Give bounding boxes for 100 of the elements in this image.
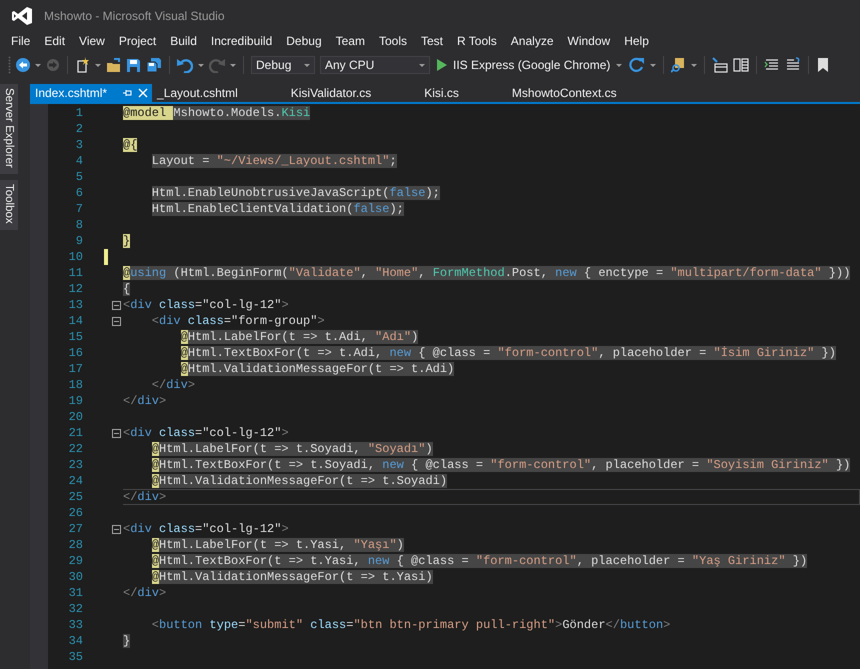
line-number: 20 [68, 410, 83, 424]
code-line: </div> [123, 393, 166, 409]
line-number: 31 [68, 586, 83, 600]
caret-icon [304, 64, 310, 66]
menu-item[interactable]: File [4, 34, 38, 48]
file-tab[interactable]: Kisi.cs [419, 84, 507, 102]
line-number: 35 [68, 650, 83, 664]
side-tab[interactable]: Toolbox [0, 180, 18, 230]
platform-dropdown[interactable]: Any CPU [320, 56, 430, 74]
code-line: @Html.LabelFor(t => t.Soyadi, "Soyadı") [152, 441, 433, 457]
code-line: Layout = "~/Views/_Layout.cshtml"; [152, 153, 397, 169]
close-icon[interactable] [138, 88, 148, 98]
menu-item[interactable]: Build [163, 34, 204, 48]
code-line: <div class="col-lg-12"> [123, 425, 289, 441]
code-line: Html.EnableClientValidation(false); [152, 201, 404, 217]
menu-item[interactable]: Help [617, 34, 656, 48]
line-number: 11 [68, 266, 83, 280]
line-number: 4 [74, 154, 83, 168]
code-line: Html.EnableUnobtrusiveJavaScript(false); [152, 185, 440, 201]
line-number: 16 [68, 346, 83, 360]
code-line: @Html.ValidationMessageFor(t => t.Soyadi) [152, 473, 448, 489]
code-line: @Html.TextBoxFor(t => t.Yasi, new { @class = "form-control", placeholder = "Yaş Giriniz" }) [152, 553, 808, 569]
line-number: 7 [74, 202, 83, 216]
code-line: </div> [123, 490, 166, 506]
menu-item[interactable]: Edit [37, 34, 72, 48]
file-tab[interactable]: _Layout.cshtml [152, 84, 286, 102]
file-tab[interactable]: Index.cshtml* [30, 84, 152, 102]
line-number: 2 [74, 122, 83, 136]
line-number: 17 [68, 362, 83, 376]
code-line: @Html.LabelFor(t => t.Adi, "Adı") [180, 329, 418, 345]
menu-item[interactable]: Project [112, 34, 164, 48]
window-title: Mshowto - Microsoft Visual Studio [44, 9, 225, 23]
menu-item[interactable]: Team [328, 34, 372, 48]
menu-item[interactable]: Tools [372, 34, 414, 48]
menu-item[interactable]: View [72, 34, 112, 48]
new-project-icon[interactable] [75, 57, 90, 73]
line-number: 15 [68, 330, 83, 344]
line-number: 32 [68, 602, 83, 616]
line-number: 14 [68, 314, 83, 328]
select-icon[interactable] [712, 57, 728, 73]
save-all-icon[interactable] [146, 57, 162, 73]
caret-icon[interactable] [198, 64, 204, 66]
line-number: 27 [68, 522, 83, 536]
collapse-icon[interactable] [112, 428, 121, 438]
line-number: 26 [68, 506, 83, 520]
line-number: 33 [68, 618, 83, 632]
line-number: 3 [74, 138, 83, 152]
line-number: 12 [68, 282, 83, 296]
menu-item[interactable]: Analyze [504, 34, 560, 48]
caret-icon[interactable] [691, 64, 698, 66]
side-tab[interactable]: Server Explorer [0, 84, 18, 174]
line-number: 8 [74, 218, 83, 232]
line-number: 10 [68, 250, 83, 264]
refresh-icon[interactable] [629, 57, 646, 73]
line-number: 22 [68, 442, 83, 456]
caret-icon[interactable] [230, 64, 236, 66]
line-number: 18 [68, 378, 83, 392]
menu-item[interactable]: Incredibuild [204, 34, 280, 48]
back-icon[interactable] [16, 58, 30, 72]
code-line: <button type="submit" class="btn btn-primary pull-right">Gönder</button> [152, 617, 670, 633]
save-icon[interactable] [126, 58, 141, 72]
line-number: 30 [68, 570, 83, 584]
configuration-dropdown[interactable]: Debug [251, 56, 315, 74]
code-line: </div> [123, 585, 166, 601]
open-folder-icon[interactable] [106, 58, 121, 72]
menu-item[interactable]: Debug [279, 34, 329, 48]
bookmark-icon[interactable] [816, 57, 830, 73]
collapse-icon[interactable] [112, 300, 121, 310]
pin-icon[interactable] [123, 89, 132, 97]
run-button[interactable]: IIS Express (Google Chrome) [435, 58, 624, 72]
visual-studio-logo [12, 6, 32, 26]
line-number: 24 [68, 474, 83, 488]
panel-icon[interactable] [733, 57, 750, 73]
undo-icon[interactable] [177, 57, 193, 73]
collapse-icon[interactable] [112, 316, 121, 326]
code-line: <div class="col-lg-12"> [123, 521, 289, 537]
caret-icon[interactable] [650, 64, 656, 66]
caret-icon[interactable] [95, 64, 101, 66]
caret-icon [419, 64, 425, 66]
line-number: 9 [74, 234, 83, 248]
code-line: @model Mshowto.Models.Kisi [123, 105, 310, 121]
menu-item[interactable]: R Tools [450, 34, 504, 48]
line-number: 5 [74, 170, 83, 184]
file-tab[interactable]: MshowtoContext.cs [506, 84, 665, 102]
caret-icon[interactable] [35, 64, 41, 66]
code-line: <div class="col-lg-12"> [123, 297, 289, 313]
line-number: 21 [68, 426, 83, 440]
line-number: 23 [68, 458, 83, 472]
menu-item[interactable]: Window [560, 34, 618, 48]
menu-item[interactable]: Test [414, 34, 450, 48]
line-number: 19 [68, 394, 83, 408]
code-line: @Html.ValidationMessageFor(t => t.Yasi) [152, 569, 433, 585]
find-icon[interactable] [671, 57, 686, 73]
line-number: 34 [68, 634, 83, 648]
code-line: @Html.TextBoxFor(t => t.Soyadi, new { @class = "form-control", placeholder = "Soyisim Giriniz" }) [152, 457, 850, 473]
line-number: 28 [68, 538, 83, 552]
code-line: </div> [152, 377, 196, 393]
collapse-icon[interactable] [112, 524, 121, 534]
code-line: @Html.ValidationMessageFor(t => t.Adi) [180, 361, 454, 377]
file-tab[interactable]: KisiValidator.cs [286, 84, 420, 102]
